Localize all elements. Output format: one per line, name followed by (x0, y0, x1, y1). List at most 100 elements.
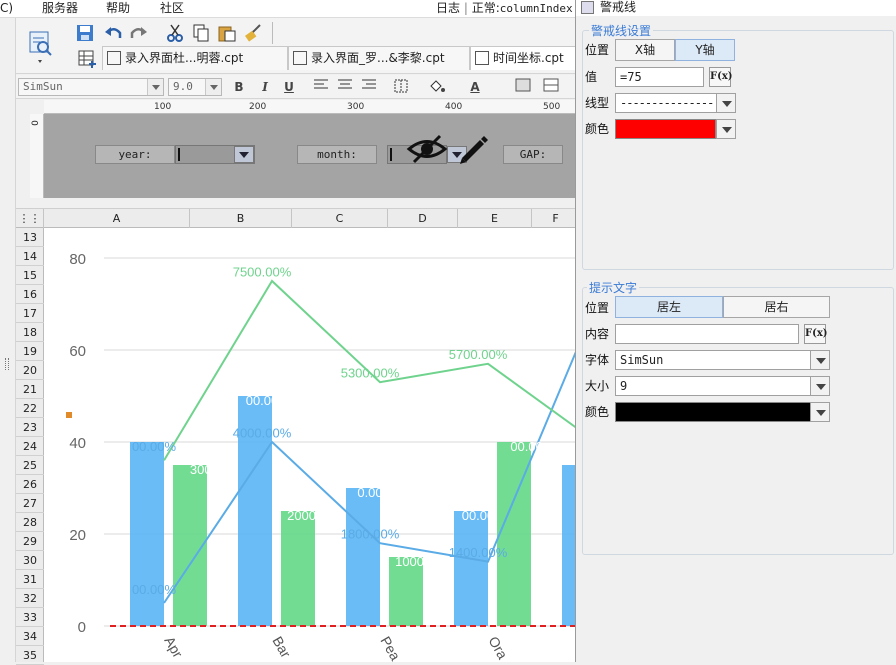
row-header[interactable]: 20 (16, 361, 44, 380)
format-brush-icon[interactable] (244, 24, 264, 44)
column-header[interactable]: E (458, 209, 532, 228)
align-right-toggle[interactable]: 居右 (723, 296, 830, 318)
chevron-down-icon[interactable] (716, 93, 736, 113)
toolbar: 录入界面杜...明蓉.cpt 录入界面_罗...&李黎.cpt 时间坐标.cpt (0, 18, 580, 74)
preview-icon[interactable] (28, 30, 54, 63)
new-report-icon[interactable] (78, 50, 98, 70)
column-header[interactable]: D (388, 209, 458, 228)
menu-item-partial[interactable]: C) (0, 0, 13, 16)
row-header[interactable]: 15 (16, 266, 44, 285)
report-file-icon (475, 51, 489, 65)
tab-label: 录入界面杜...明蓉.cpt (125, 51, 244, 65)
paste-icon[interactable] (218, 24, 238, 44)
log-link[interactable]: 日志 (436, 1, 460, 15)
copy-icon[interactable] (192, 24, 212, 44)
formula-button[interactable]: F(x) (709, 67, 733, 87)
content-input[interactable] (615, 324, 799, 344)
y-axis-toggle[interactable]: Y轴 (675, 39, 735, 61)
tab-report-3[interactable]: 时间坐标.cpt (470, 46, 580, 70)
column-header[interactable]: F (532, 209, 580, 228)
row-header[interactable]: 22 (16, 399, 44, 418)
align-center-icon[interactable] (336, 78, 354, 96)
row-header[interactable]: 24 (16, 437, 44, 456)
chevron-down-icon[interactable] (810, 376, 830, 396)
row-header[interactable]: 27 (16, 494, 44, 513)
bar (346, 488, 380, 626)
y-tick-label: 20 (69, 527, 86, 544)
fill-color-icon[interactable] (428, 78, 446, 96)
panel-divider[interactable] (16, 198, 580, 209)
row-header[interactable]: 33 (16, 608, 44, 627)
category-label: Ora (485, 634, 511, 662)
row-header[interactable]: 23 (16, 418, 44, 437)
row-header[interactable]: 16 (16, 285, 44, 304)
row-header[interactable]: 30 (16, 551, 44, 570)
edit-pencil-icon[interactable] (456, 132, 490, 166)
redo-icon[interactable] (130, 24, 150, 44)
line-color-swatch[interactable] (615, 119, 716, 139)
value-label: 值 (585, 70, 598, 84)
year-dropdown-button[interactable] (234, 146, 254, 163)
menu-item-community[interactable]: 社区 (160, 0, 184, 16)
row-header[interactable]: 17 (16, 304, 44, 323)
chevron-down-icon[interactable] (810, 402, 830, 422)
row-header[interactable]: 14 (16, 247, 44, 266)
row-header[interactable]: 26 (16, 475, 44, 494)
save-icon[interactable] (76, 24, 96, 44)
tab-report-2[interactable]: 录入界面_罗...&李黎.cpt (288, 46, 470, 70)
chevron-down-icon[interactable] (716, 119, 736, 139)
align-right-icon[interactable] (360, 78, 378, 96)
insert-row-icon[interactable] (542, 78, 560, 96)
splitter-handle[interactable] (5, 358, 9, 370)
select-all-corner[interactable]: ⋮⋮ (16, 209, 44, 228)
row-header[interactable]: 18 (16, 323, 44, 342)
row-header[interactable]: 19 (16, 342, 44, 361)
underline-button[interactable]: U (280, 78, 298, 96)
row-header[interactable]: 31 (16, 570, 44, 589)
undo-icon[interactable] (104, 24, 124, 44)
x-axis-toggle[interactable]: X轴 (615, 39, 675, 61)
row-header[interactable]: 34 (16, 627, 44, 646)
font-color-icon[interactable]: A (466, 78, 484, 96)
merge-cells-icon[interactable] (514, 78, 532, 96)
tab-report-1[interactable]: 录入界面杜...明蓉.cpt (102, 46, 288, 70)
column-header[interactable]: C (292, 209, 388, 228)
font-size-select[interactable]: 9.0 (168, 78, 222, 96)
data-label: 00.00 (510, 439, 543, 454)
visibility-off-icon[interactable] (406, 132, 448, 166)
column-header[interactable]: A (44, 209, 190, 228)
toolbar-divider (272, 22, 273, 44)
hint-position-label: 位置 (585, 301, 610, 315)
row-header[interactable]: 28 (16, 513, 44, 532)
row-header[interactable]: 25 (16, 456, 44, 475)
data-label: 5300.00% (341, 366, 400, 381)
ruler-tick: 100 (154, 102, 172, 112)
italic-button[interactable]: I (256, 78, 274, 96)
formula-button[interactable]: F(x) (804, 324, 828, 344)
y-tick-label: 80 (69, 251, 86, 268)
font-family-select[interactable]: SimSun (18, 78, 164, 96)
row-header[interactable]: 29 (16, 532, 44, 551)
bar (454, 511, 488, 626)
border-icon[interactable] (392, 78, 410, 96)
row-header[interactable]: 32 (16, 589, 44, 608)
row-header[interactable]: 13 (16, 228, 44, 247)
ruler-tick: 300 (347, 102, 365, 112)
chevron-down-icon[interactable] (810, 350, 830, 370)
status-area: 日志 | 正常:columnIndex (436, 1, 573, 15)
row-header[interactable]: 35 (16, 646, 44, 665)
menu-item-help[interactable]: 帮助 (106, 0, 130, 16)
text-color-swatch[interactable] (615, 402, 811, 422)
cut-icon[interactable] (166, 24, 186, 44)
data-label: 1000.00 (395, 554, 442, 569)
row-header[interactable]: 21 (16, 380, 44, 399)
align-left-icon[interactable] (312, 78, 330, 96)
value-input[interactable]: =75 (615, 67, 704, 87)
bold-button[interactable]: B (230, 78, 248, 96)
size-select[interactable]: 9 (615, 376, 811, 396)
column-header[interactable]: B (190, 209, 292, 228)
menu-item-server[interactable]: 服务器 (42, 0, 78, 16)
font-select[interactable]: SimSun (615, 350, 811, 370)
align-left-toggle[interactable]: 居左 (615, 296, 723, 318)
linetype-select[interactable]: --------------- (615, 93, 719, 113)
